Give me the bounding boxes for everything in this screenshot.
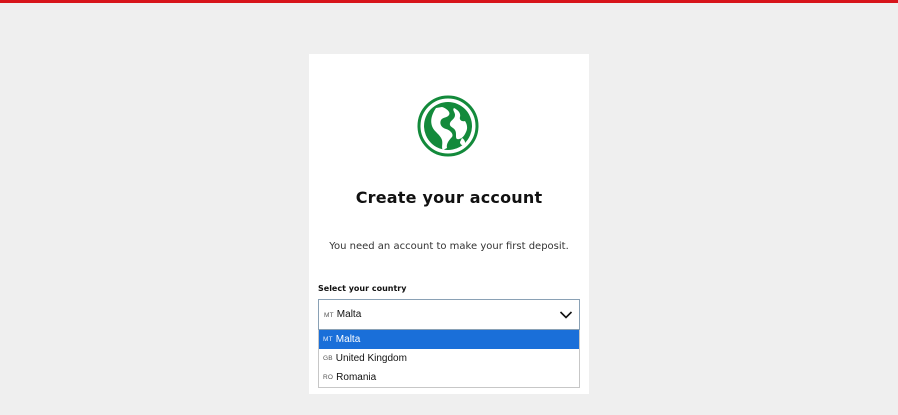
country-option-ro[interactable]: RO Romania	[319, 368, 579, 387]
country-code: MT	[324, 312, 334, 319]
country-dropdown-list: MT Malta GB United Kingdom RO Romania	[318, 330, 580, 388]
option-code: MT	[323, 336, 333, 343]
globe-icon	[417, 95, 479, 157]
option-code: GB	[323, 355, 333, 362]
option-code: RO	[323, 374, 334, 381]
create-account-card: Create your account You need an account …	[309, 54, 589, 394]
option-name: Romania	[336, 372, 377, 383]
top-accent-bar	[0, 0, 898, 7]
country-name: Malta	[336, 309, 362, 320]
country-select-label: Select your country	[318, 284, 407, 293]
country-option-gb[interactable]: GB United Kingdom	[319, 349, 579, 368]
page-title: Create your account	[355, 188, 543, 207]
country-select[interactable]: MT Malta	[318, 299, 580, 330]
selected-country: MT Malta	[324, 309, 361, 320]
chevron-down-icon[interactable]	[559, 309, 573, 321]
page-subtitle: You need an account to make your first d…	[329, 241, 569, 252]
option-name: United Kingdom	[335, 353, 407, 364]
option-name: Malta	[335, 334, 361, 345]
country-option-mt[interactable]: MT Malta	[319, 330, 579, 349]
